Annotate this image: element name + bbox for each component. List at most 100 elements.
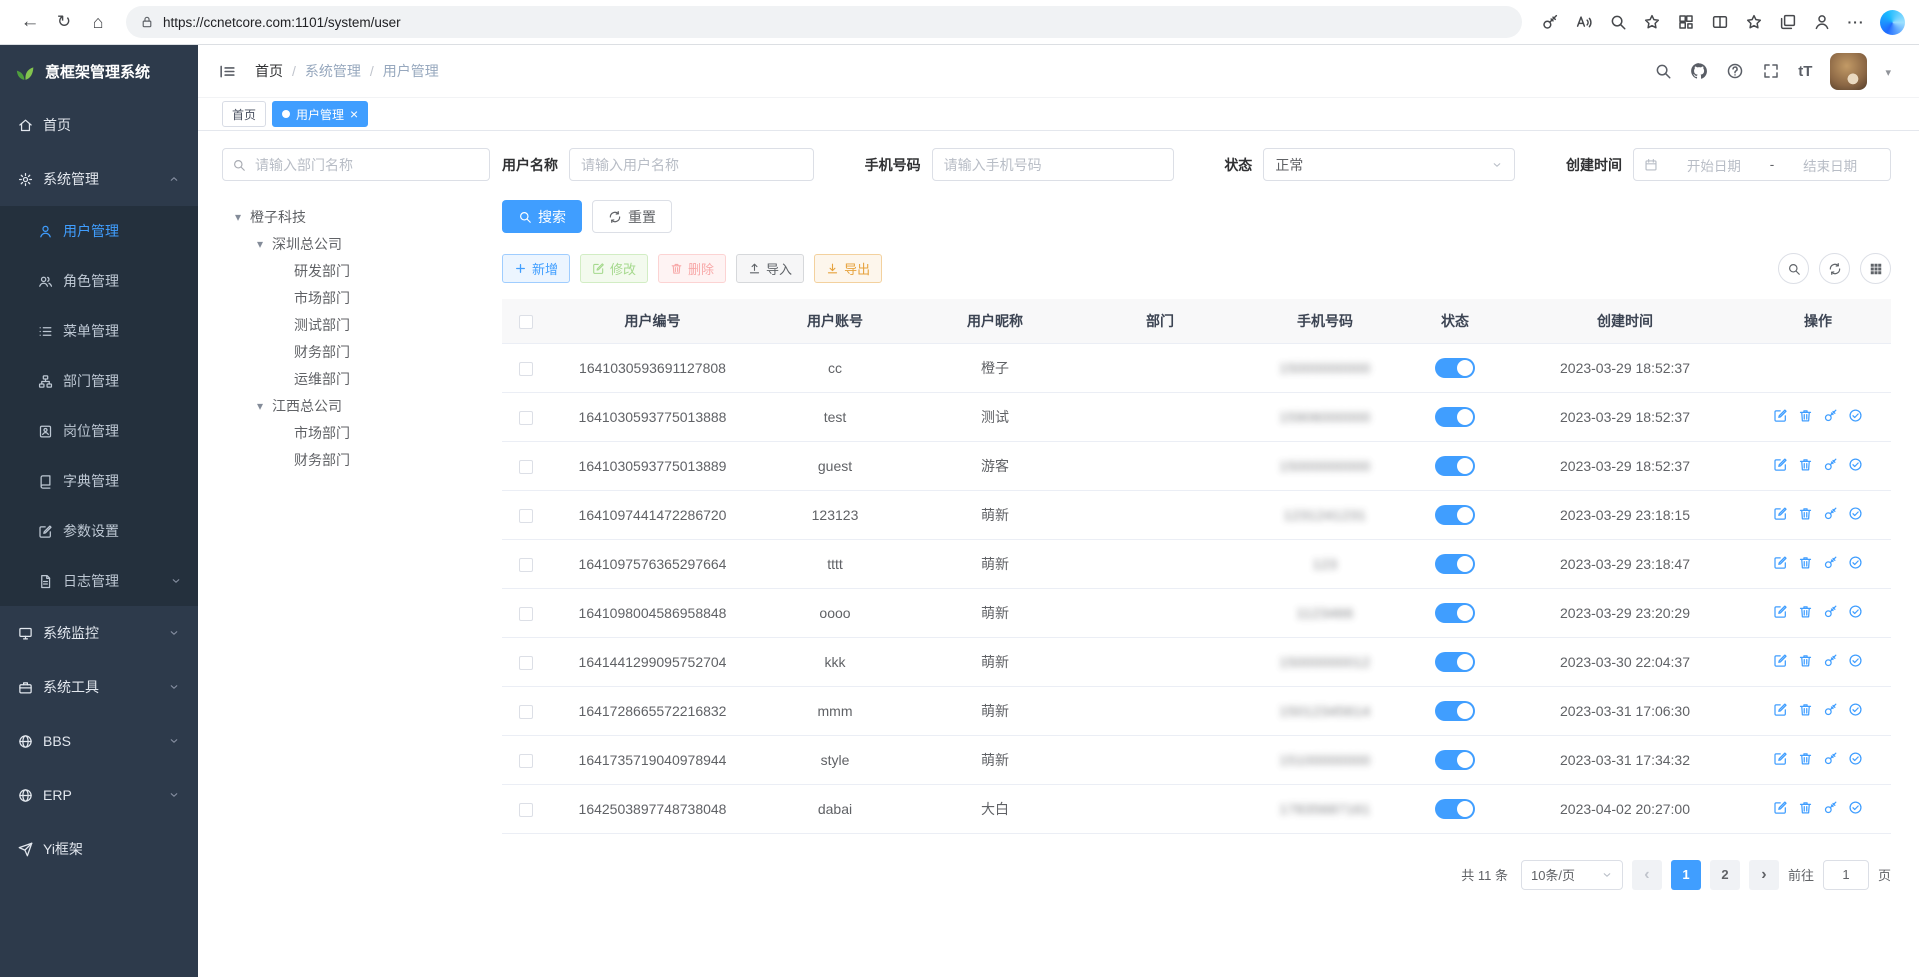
favorites-icon[interactable]	[1738, 6, 1770, 38]
page-button-2[interactable]: 2	[1710, 860, 1740, 890]
row-checkbox[interactable]	[519, 460, 533, 474]
hamburger-icon[interactable]	[218, 62, 237, 81]
delete-action-icon[interactable]	[1798, 800, 1813, 815]
browser-profile-icon[interactable]	[1806, 6, 1838, 38]
row-checkbox[interactable]	[519, 509, 533, 523]
reset-password-icon[interactable]	[1823, 457, 1838, 472]
search-button[interactable]: 搜索	[502, 200, 582, 233]
row-checkbox[interactable]	[519, 607, 533, 621]
assign-role-icon[interactable]	[1848, 751, 1863, 766]
sidebar-item-5[interactable]: 部门管理	[0, 356, 198, 406]
status-toggle[interactable]	[1435, 603, 1475, 623]
page-button-1[interactable]: 1	[1671, 860, 1701, 890]
row-checkbox[interactable]	[519, 558, 533, 572]
tree-node[interactable]: 运维部门	[222, 365, 490, 392]
sidebar-item-7[interactable]: 字典管理	[0, 456, 198, 506]
row-checkbox[interactable]	[519, 656, 533, 670]
row-checkbox[interactable]	[519, 754, 533, 768]
tree-node[interactable]: 市场部门	[222, 284, 490, 311]
date-range-picker[interactable]: 开始日期 - 结束日期	[1633, 148, 1891, 181]
toggle-search-button[interactable]	[1778, 253, 1809, 284]
delete-action-icon[interactable]	[1798, 408, 1813, 423]
status-toggle[interactable]	[1435, 505, 1475, 525]
tab-user-management[interactable]: 用户管理	[272, 101, 368, 127]
assign-role-icon[interactable]	[1848, 408, 1863, 423]
delete-action-icon[interactable]	[1798, 457, 1813, 472]
reset-password-icon[interactable]	[1823, 751, 1838, 766]
chevron-down-icon[interactable]	[1885, 63, 1891, 79]
delete-action-icon[interactable]	[1798, 506, 1813, 521]
delete-action-icon[interactable]	[1798, 702, 1813, 717]
search-icon[interactable]	[1654, 62, 1672, 80]
status-toggle[interactable]	[1435, 652, 1475, 672]
edit-action-icon[interactable]	[1773, 506, 1788, 521]
next-page-button[interactable]	[1749, 860, 1779, 890]
reset-button[interactable]: 重置	[592, 200, 672, 233]
status-toggle[interactable]	[1435, 407, 1475, 427]
edit-button[interactable]: 修改	[580, 254, 648, 283]
sidebar-item-0[interactable]: 首页	[0, 98, 198, 152]
status-toggle[interactable]	[1435, 358, 1475, 378]
sidebar-item-3[interactable]: 角色管理	[0, 256, 198, 306]
goto-page-input[interactable]	[1823, 860, 1869, 890]
dept-search-input[interactable]	[222, 148, 490, 181]
browser-more-icon[interactable]	[1840, 6, 1872, 38]
sidebar-item-14[interactable]: Yi框架	[0, 822, 198, 876]
sidebar-item-13[interactable]: ERP	[0, 768, 198, 822]
tree-node[interactable]: 江西总公司	[222, 392, 490, 419]
sidebar-item-12[interactable]: BBS	[0, 714, 198, 768]
status-select[interactable]: 正常	[1263, 148, 1515, 181]
assign-role-icon[interactable]	[1848, 506, 1863, 521]
github-icon[interactable]	[1690, 62, 1708, 80]
edit-action-icon[interactable]	[1773, 457, 1788, 472]
assign-role-icon[interactable]	[1848, 457, 1863, 472]
collections-icon[interactable]	[1772, 6, 1804, 38]
reset-password-icon[interactable]	[1823, 702, 1838, 717]
tree-node[interactable]: 研发部门	[222, 257, 490, 284]
row-checkbox[interactable]	[519, 803, 533, 817]
extensions-icon[interactable]	[1670, 6, 1702, 38]
edit-action-icon[interactable]	[1773, 800, 1788, 815]
edit-action-icon[interactable]	[1773, 555, 1788, 570]
import-button[interactable]: 导入	[736, 254, 804, 283]
username-input[interactable]	[569, 148, 814, 181]
split-screen-icon[interactable]	[1704, 6, 1736, 38]
tree-node[interactable]: 市场部门	[222, 419, 490, 446]
page-size-select[interactable]: 10条/页	[1521, 860, 1623, 890]
assign-role-icon[interactable]	[1848, 702, 1863, 717]
reset-password-icon[interactable]	[1823, 408, 1838, 423]
assign-role-icon[interactable]	[1848, 604, 1863, 619]
delete-action-icon[interactable]	[1798, 555, 1813, 570]
caret-down-icon[interactable]	[230, 210, 246, 224]
status-toggle[interactable]	[1435, 554, 1475, 574]
assign-role-icon[interactable]	[1848, 800, 1863, 815]
delete-action-icon[interactable]	[1798, 604, 1813, 619]
edit-action-icon[interactable]	[1773, 702, 1788, 717]
columns-toggle-button[interactable]	[1860, 253, 1891, 284]
select-all-checkbox[interactable]	[519, 315, 533, 329]
tree-node[interactable]: 橙子科技	[222, 203, 490, 230]
help-icon[interactable]	[1726, 62, 1744, 80]
status-toggle[interactable]	[1435, 750, 1475, 770]
edit-action-icon[interactable]	[1773, 653, 1788, 668]
refresh-table-button[interactable]	[1819, 253, 1850, 284]
status-toggle[interactable]	[1435, 456, 1475, 476]
user-avatar[interactable]	[1830, 53, 1867, 90]
delete-action-icon[interactable]	[1798, 751, 1813, 766]
tree-node[interactable]: 财务部门	[222, 446, 490, 473]
read-aloud-icon[interactable]	[1568, 6, 1600, 38]
browser-back-icon[interactable]	[14, 6, 46, 38]
row-checkbox[interactable]	[519, 411, 533, 425]
assign-role-icon[interactable]	[1848, 555, 1863, 570]
sidebar-item-2[interactable]: 用户管理	[0, 206, 198, 256]
row-checkbox[interactable]	[519, 705, 533, 719]
reset-password-icon[interactable]	[1823, 604, 1838, 619]
reset-password-icon[interactable]	[1823, 555, 1838, 570]
browser-refresh-icon[interactable]	[48, 6, 80, 38]
sidebar-item-6[interactable]: 岗位管理	[0, 406, 198, 456]
prev-page-button[interactable]	[1632, 860, 1662, 890]
tree-node[interactable]: 深圳总公司	[222, 230, 490, 257]
reset-password-icon[interactable]	[1823, 506, 1838, 521]
export-button[interactable]: 导出	[814, 254, 882, 283]
tree-node[interactable]: 测试部门	[222, 311, 490, 338]
